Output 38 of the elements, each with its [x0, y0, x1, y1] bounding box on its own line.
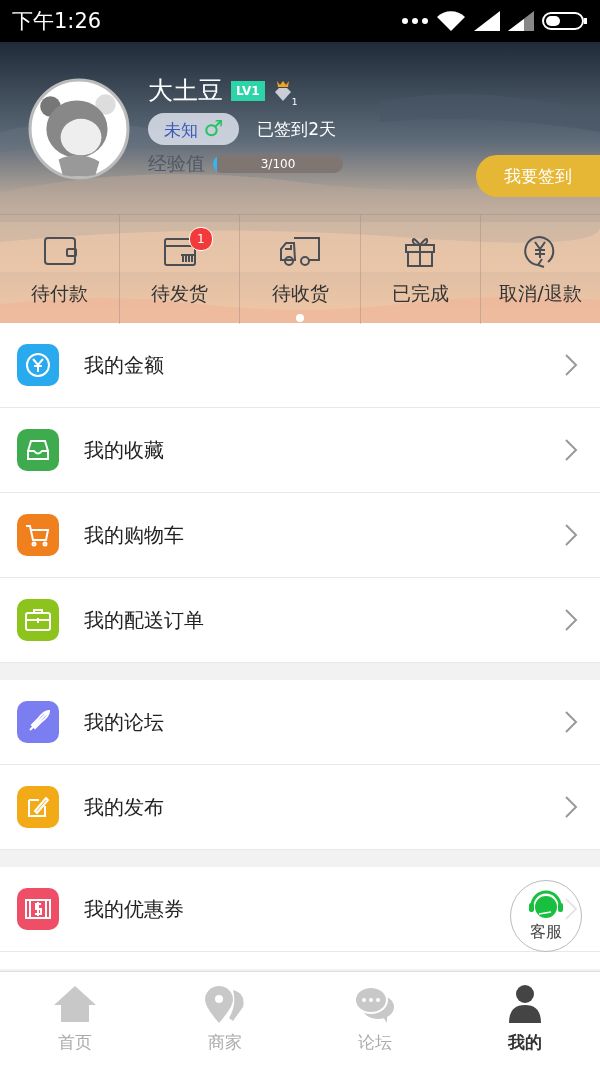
tab-bar-item[interactable]: 我的 — [450, 972, 600, 1067]
location-pin-icon — [203, 985, 247, 1023]
checkin-days: 已签到2天 — [257, 117, 336, 141]
exp-reading: 3/100 — [260, 157, 296, 171]
avatar[interactable] — [28, 78, 130, 180]
signal-icon — [474, 11, 500, 31]
order-tab[interactable]: 取消/退款 — [480, 215, 600, 324]
headset-icon — [527, 889, 565, 920]
truck-icon — [279, 235, 321, 267]
gender-tag: 未知 ♂ — [148, 113, 240, 145]
battery-icon — [542, 11, 588, 31]
package-icon — [162, 235, 197, 267]
exp-label: 经验值 — [148, 151, 205, 176]
chevron-right-icon — [564, 353, 578, 377]
chevron-right-icon — [564, 608, 578, 632]
menu-item[interactable]: 我的发布 — [0, 765, 600, 850]
refund-icon — [524, 234, 557, 268]
gift-icon — [404, 235, 437, 267]
vip-count: 1 — [291, 97, 298, 107]
menu-item[interactable]: 我的配送订单 — [0, 578, 600, 663]
signal-icon — [508, 11, 534, 31]
menu-item[interactable]: 我的金额 — [0, 323, 600, 408]
level-badge: LV1 — [231, 80, 265, 101]
wallet-icon — [42, 236, 77, 266]
chevron-right-icon — [564, 438, 578, 462]
more-dots-icon — [402, 17, 428, 25]
menu-item[interactable]: 我的购物车 — [0, 493, 600, 578]
crown-diamond-icon — [272, 79, 293, 102]
chevron-right-icon — [564, 523, 578, 547]
user-name: 大土豆 — [148, 75, 223, 107]
menu-item[interactable]: 我的论坛 — [0, 680, 600, 765]
status-time: 下午1:26 — [12, 8, 102, 35]
home-icon — [53, 985, 97, 1023]
chat-bubbles-icon — [353, 985, 397, 1023]
wifi-icon — [436, 10, 466, 32]
chevron-right-icon — [564, 710, 578, 734]
menu-item[interactable]: 我的收藏 — [0, 408, 600, 493]
chevron-right-icon — [564, 795, 578, 819]
